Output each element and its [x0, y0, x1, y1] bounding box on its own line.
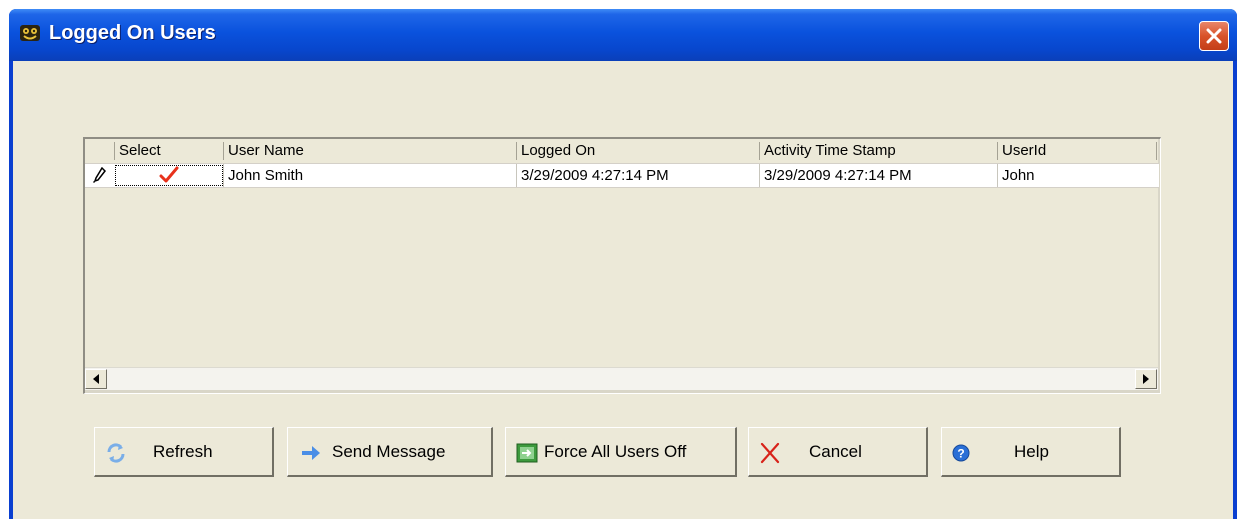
arrow-right-icon [300, 442, 322, 469]
column-header-activity-time-stamp[interactable]: Activity Time Stamp [760, 139, 997, 163]
force-all-users-off-button[interactable]: Force All Users Off [505, 427, 737, 477]
table-row[interactable]: John Smith 3/29/2009 4:27:14 PM 3/29/200… [85, 163, 1159, 188]
scroll-left-icon [93, 374, 99, 384]
cell-logged-on: 3/29/2009 4:27:14 PM [521, 167, 669, 184]
dialog-window: Logged On Users Select User Name Logged … [9, 9, 1237, 519]
select-checkbox-cell[interactable] [115, 165, 223, 186]
column-header-user-name[interactable]: User Name [224, 139, 516, 163]
horizontal-scrollbar[interactable] [85, 367, 1158, 390]
refresh-button[interactable]: Refresh [94, 427, 274, 477]
send-message-label: Send Message [332, 442, 446, 461]
refresh-icon [105, 442, 127, 469]
title-bar[interactable]: Logged On Users [9, 9, 1237, 61]
force-logoff-icon [516, 442, 538, 469]
grid-viewport: Select User Name Logged On Activity Time… [85, 139, 1159, 390]
help-button[interactable]: ? Help [941, 427, 1121, 477]
checkmark-icon [159, 166, 179, 183]
app-icon [19, 23, 41, 43]
help-label: Help [1014, 442, 1049, 461]
svg-text:?: ? [957, 447, 964, 461]
pencil-icon [93, 166, 107, 188]
scroll-left-button[interactable] [85, 369, 107, 389]
cancel-label: Cancel [809, 442, 862, 461]
window-title: Logged On Users [49, 22, 216, 44]
cancel-x-icon [759, 442, 781, 469]
scroll-right-icon [1143, 374, 1149, 384]
refresh-label: Refresh [153, 442, 213, 461]
dialog-body: Select User Name Logged On Activity Time… [13, 61, 1233, 519]
help-icon: ? [950, 442, 972, 469]
cancel-button[interactable]: Cancel [748, 427, 928, 477]
column-header-userid[interactable]: UserId [998, 139, 1156, 163]
send-message-button[interactable]: Send Message [287, 427, 493, 477]
column-header-logged-on[interactable]: Logged On [517, 139, 759, 163]
close-button[interactable] [1199, 21, 1229, 51]
header-separator [1156, 142, 1157, 160]
force-all-users-off-label: Force All Users Off [544, 442, 687, 461]
scroll-right-button[interactable] [1135, 369, 1157, 389]
cell-userid: John [1002, 167, 1035, 184]
cell-activity-time-stamp: 3/29/2009 4:27:14 PM [764, 167, 912, 184]
close-icon [1206, 28, 1222, 44]
column-header-select[interactable]: Select [115, 139, 223, 163]
logged-users-grid[interactable]: Select User Name Logged On Activity Time… [83, 137, 1161, 394]
cell-user-name: John Smith [228, 167, 304, 184]
